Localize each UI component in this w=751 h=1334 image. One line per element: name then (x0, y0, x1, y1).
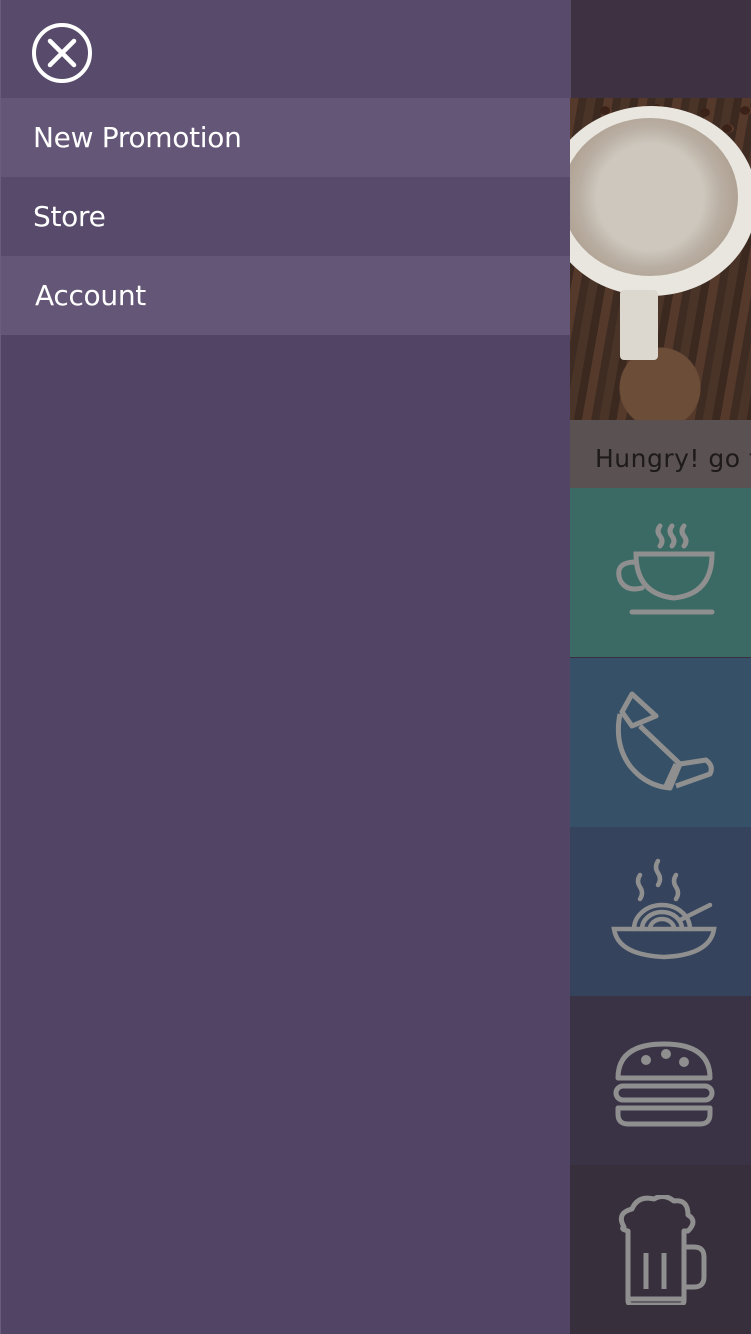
menu-item-new-promotion[interactable]: New Promotion (1, 98, 570, 177)
croissant-icon (615, 691, 714, 791)
side-drawer: New Promotion Store Account (0, 0, 571, 1334)
menu-item-store[interactable]: Store (1, 177, 570, 256)
cup-handle (620, 290, 658, 360)
menu-item-label: New Promotion (33, 121, 242, 154)
noodle-bowl-icon (611, 858, 717, 960)
close-circle-icon (32, 23, 92, 83)
menu-item-label: Store (33, 200, 106, 233)
beer-mug-icon (618, 1195, 707, 1305)
coffee-cup (562, 118, 738, 276)
close-button[interactable] (31, 22, 93, 84)
burger-icon (613, 1041, 715, 1127)
coffee-cup-icon (616, 523, 715, 615)
menu-item-label: Account (35, 279, 146, 312)
drawer-header (1, 0, 571, 98)
menu-item-account[interactable]: Account (1, 256, 570, 335)
hero-caption-text: Hungry! go to (595, 444, 751, 473)
